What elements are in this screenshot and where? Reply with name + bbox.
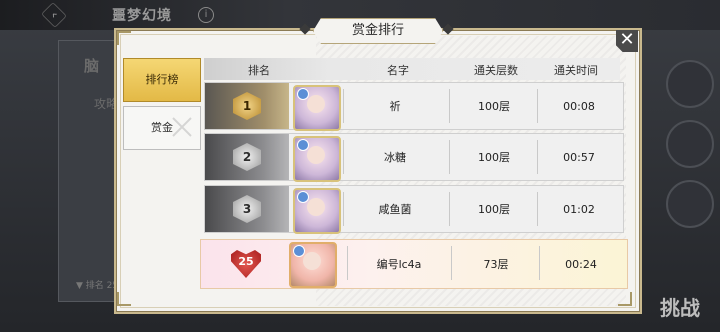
player-avatar[interactable] xyxy=(293,136,341,182)
ranking-row[interactable]: 1 祈 100层 00:08 xyxy=(204,82,624,131)
swords-icon xyxy=(170,115,194,139)
side-round-button[interactable] xyxy=(666,180,714,228)
column-divider xyxy=(343,192,344,226)
clear-time: 00:24 xyxy=(565,257,597,271)
table-header: 排名 名字 通关层数 通关时间 xyxy=(204,60,620,78)
stage-panel-title: 脑 xyxy=(84,57,100,75)
avatar-badge-icon xyxy=(293,245,305,257)
corner-ornament xyxy=(117,31,131,45)
cleared-floor: 100层 xyxy=(478,100,510,113)
column-divider xyxy=(537,89,538,123)
dialog-title: 赏金排行 xyxy=(313,18,443,44)
ranking-row[interactable]: 3 咸鱼菌 100层 01:02 xyxy=(204,185,624,234)
header-floor: 通关层数 xyxy=(474,64,518,77)
column-divider xyxy=(343,89,344,123)
column-divider xyxy=(449,140,450,174)
player-avatar[interactable] xyxy=(289,242,337,288)
stage-title: 噩梦幻境 xyxy=(112,8,172,24)
my-ranking-row[interactable]: 25 编号lc4a 73层 00:24 xyxy=(200,239,628,289)
header-time: 通关时间 xyxy=(554,64,598,77)
column-divider xyxy=(537,140,538,174)
title-ornament-right xyxy=(441,22,455,36)
column-divider xyxy=(347,246,348,280)
stage-rank-label: ▼ 排名 25 xyxy=(76,281,119,291)
tab-bounty[interactable]: 赏金 xyxy=(123,106,201,150)
clear-time: 01:02 xyxy=(563,202,595,216)
column-divider xyxy=(539,246,540,280)
column-divider xyxy=(449,89,450,123)
column-divider xyxy=(449,192,450,226)
player-avatar[interactable] xyxy=(293,85,341,131)
player-name: 祈 xyxy=(389,100,401,113)
corner-ornament xyxy=(117,292,131,306)
clear-time: 00:57 xyxy=(563,150,595,164)
avatar-badge-icon xyxy=(297,139,309,151)
column-divider xyxy=(537,192,538,226)
cleared-floor: 100层 xyxy=(478,203,510,216)
info-icon[interactable]: i xyxy=(198,7,214,23)
player-name: 冰糖 xyxy=(384,151,406,164)
corner-ornament xyxy=(618,292,632,306)
cleared-floor: 100层 xyxy=(478,151,510,164)
column-divider xyxy=(343,140,344,174)
avatar-badge-icon xyxy=(297,88,309,100)
clear-time: 00:08 xyxy=(563,99,595,113)
side-round-button[interactable] xyxy=(666,60,714,108)
player-avatar[interactable] xyxy=(293,188,341,234)
column-divider xyxy=(451,246,452,280)
player-name: 编号lc4a xyxy=(376,258,422,271)
cleared-floor: 73层 xyxy=(483,258,509,271)
tab-leaderboard-label: 排行榜 xyxy=(145,73,179,86)
challenge-button[interactable]: 挑战 xyxy=(660,292,700,321)
title-ornament-left xyxy=(298,22,312,36)
side-round-button[interactable] xyxy=(666,120,714,168)
tab-leaderboard[interactable]: 排行榜 xyxy=(123,58,201,102)
player-name: 咸鱼菌 xyxy=(378,203,412,216)
ranking-row[interactable]: 2 冰糖 100层 00:57 xyxy=(204,133,624,182)
header-rank: 排名 xyxy=(248,64,270,77)
right-button-column xyxy=(660,60,720,310)
avatar-badge-icon xyxy=(297,191,309,203)
header-name: 名字 xyxy=(387,64,409,77)
